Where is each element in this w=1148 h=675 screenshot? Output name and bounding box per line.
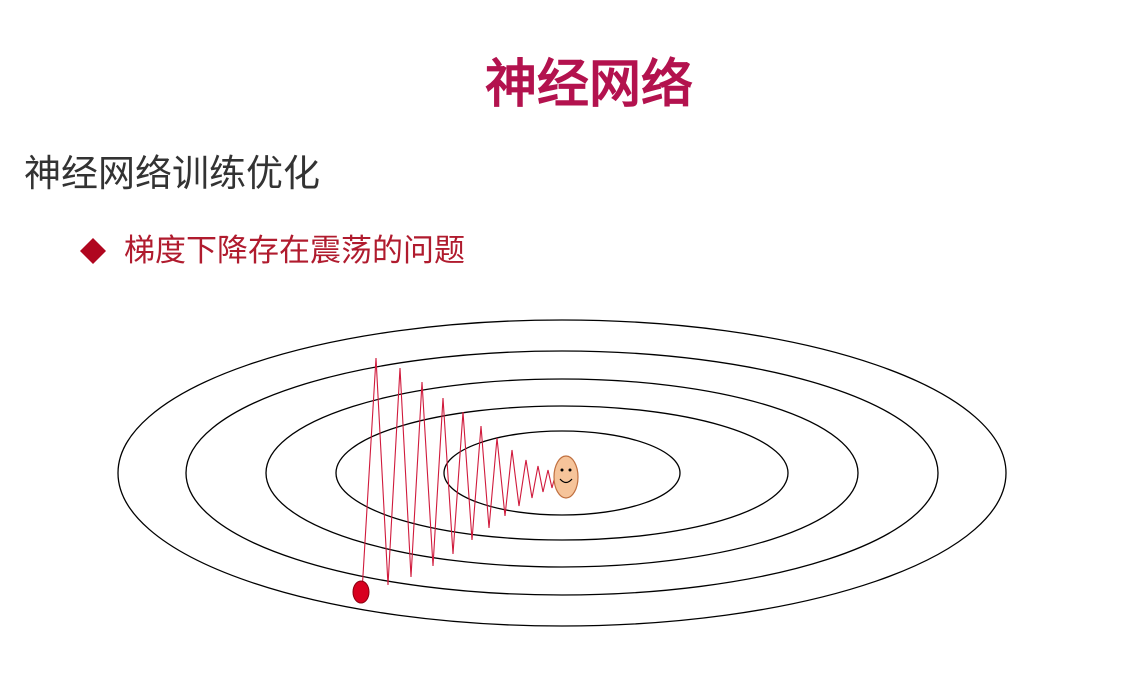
slide-title: 神经网络 [484,55,693,115]
bullet-item: 梯度下降存在震荡的问题 [78,228,465,274]
smiley-face-icon [553,455,579,499]
diamond-bullet-icon [80,238,106,264]
bullet-text: 梯度下降存在震荡的问题 [124,233,465,269]
section-heading: 神经网络训练优化 [24,152,320,195]
start-point-icon [352,580,370,604]
contour-diagram [117,319,1007,627]
gradient-descent-path [361,357,567,593]
